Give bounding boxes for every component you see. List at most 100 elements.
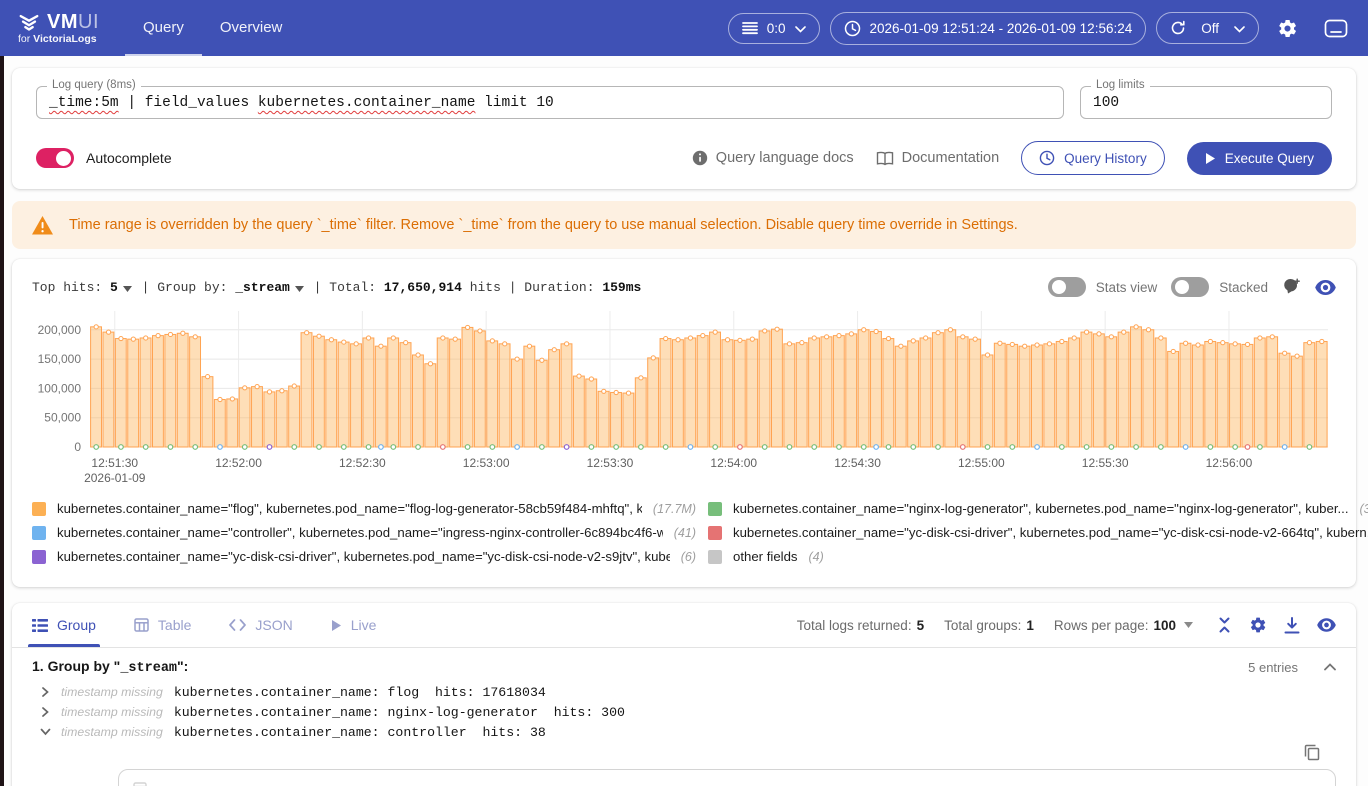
legend-swatch [32, 526, 46, 540]
execute-query-button[interactable]: Execute Query [1187, 142, 1332, 175]
victoriametrics-logo-icon [18, 12, 40, 34]
stacked-label: Stacked [1219, 280, 1268, 295]
legend-swatch [708, 550, 722, 564]
play-icon [331, 619, 342, 632]
gear-icon[interactable] [1249, 616, 1267, 634]
svg-text:100,000: 100,000 [38, 381, 82, 395]
legend-item[interactable]: other fields (4) [708, 549, 1368, 564]
tab-table[interactable]: Table [134, 603, 191, 647]
tab-live[interactable]: Live [331, 603, 377, 647]
results-panel: Group Table JSON Live Tot [12, 603, 1356, 786]
chevron-down-icon[interactable] [40, 727, 50, 737]
documentation-link[interactable]: Documentation [876, 150, 1000, 166]
autocomplete-toggle[interactable] [36, 148, 74, 168]
time-range-value: 2026-01-09 12:51:24 - 2026-01-09 12:56:2… [870, 21, 1133, 36]
group-title: 1. Group by "_stream": [32, 658, 188, 676]
chevron-down-icon[interactable] [123, 281, 132, 296]
chevron-down-icon[interactable] [295, 281, 304, 296]
svg-text:12:55:30: 12:55:30 [1082, 456, 1129, 470]
eye-icon[interactable] [1317, 618, 1336, 632]
legend-item[interactable]: kubernetes.container_name="controller", … [32, 525, 696, 540]
svg-text:12:55:00: 12:55:00 [958, 456, 1005, 470]
navbar: VMUI for VictoriaLogs Query Overview 0:0 [0, 0, 1368, 56]
legend-item[interactable]: kubernetes.container_name="yc-disk-csi-d… [32, 549, 696, 564]
time-override-warning: Time range is overridden by the query `_… [12, 201, 1356, 249]
list-icon [742, 21, 758, 35]
vmui-logo[interactable]: VMUI for VictoriaLogs [18, 0, 99, 56]
stacked-toggle[interactable] [1171, 277, 1209, 297]
svg-text:12:51:30: 12:51:30 [91, 456, 138, 470]
book-icon [876, 151, 894, 166]
tip-icon[interactable] [1282, 277, 1301, 297]
expand-icon [133, 782, 1321, 786]
chevron-right-icon[interactable] [40, 687, 50, 697]
chevron-down-icon [795, 21, 806, 36]
log-row[interactable]: timestamp missing kubernetes.container_n… [40, 682, 1336, 702]
gear-icon [1277, 18, 1298, 39]
svg-text:50,000: 50,000 [44, 411, 81, 425]
svg-text:200,000: 200,000 [38, 323, 82, 337]
settings-button[interactable] [1269, 12, 1306, 45]
log-query-value[interactable]: _time:5m | field_values kubernetes.conta… [49, 95, 1051, 111]
hits-chart-panel: Top hits: 5 | Group by: _stream | Total:… [12, 259, 1356, 587]
stats-view-toggle[interactable] [1048, 277, 1086, 297]
chevron-right-icon[interactable] [40, 707, 50, 717]
legend-item[interactable]: kubernetes.container_name="flog", kubern… [32, 501, 696, 516]
download-icon[interactable] [1284, 617, 1300, 634]
log-row[interactable]: timestamp missing kubernetes.container_n… [40, 722, 1336, 742]
log-limits-value[interactable]: 100 [1093, 95, 1319, 111]
chart-summary: Top hits: 5 | Group by: _stream | Total:… [32, 279, 641, 296]
log-limits-input[interactable]: Log limits 100 [1080, 86, 1332, 119]
autocomplete-label: Autocomplete [86, 150, 172, 166]
tab-group[interactable]: Group [32, 603, 96, 647]
copy-icon[interactable] [1304, 744, 1320, 761]
info-icon [692, 150, 708, 166]
refresh-icon [1170, 20, 1186, 36]
log-limits-label: Log limits [1091, 79, 1150, 91]
keyboard-icon [1324, 19, 1348, 38]
eye-icon[interactable] [1315, 280, 1336, 295]
log-query-label: Log query (8ms) [47, 79, 141, 91]
logo-title: VMUI [47, 11, 99, 34]
play-icon [1205, 152, 1216, 165]
legend-swatch [32, 550, 46, 564]
chart-legend: kubernetes.container_name="flog", kubern… [32, 492, 1336, 573]
svg-text:12:54:30: 12:54:30 [834, 456, 881, 470]
tab-json[interactable]: JSON [229, 603, 292, 647]
chevron-up-icon[interactable] [1324, 663, 1336, 671]
legend-item[interactable]: kubernetes.container_name="yc-disk-csi-d… [708, 525, 1368, 540]
warning-text: Time range is overridden by the query `_… [69, 217, 1018, 233]
tab-query[interactable]: Query [125, 0, 202, 56]
log-limit-select[interactable]: 0:0 [728, 13, 820, 44]
group-by-value[interactable]: _stream [235, 280, 290, 295]
chevron-down-icon [1234, 21, 1245, 36]
keyboard-shortcuts-button[interactable] [1316, 13, 1356, 44]
stats-view-switch[interactable]: Stats view [1048, 277, 1158, 297]
query-panel: Log query (8ms) _time:5m | field_values … [12, 68, 1356, 189]
rows-per-page-select[interactable]: Rows per page:100 [1054, 618, 1193, 633]
stats-view-label: Stats view [1096, 280, 1158, 295]
hits-bar-chart[interactable]: 050,000100,000150,000200,00012:51:302026… [32, 307, 1336, 490]
top-hits-value[interactable]: 5 [110, 280, 118, 295]
code-icon [229, 619, 246, 631]
svg-text:2026-01-09: 2026-01-09 [84, 471, 146, 485]
query-language-docs-link[interactable]: Query language docs [692, 150, 854, 166]
logo-subtitle: for VictoriaLogs [18, 33, 99, 45]
legend-item[interactable]: kubernetes.container_name="nginx-log-gen… [708, 501, 1368, 516]
expanded-log-details [118, 769, 1336, 786]
history-clock-icon [1039, 150, 1055, 166]
log-row[interactable]: timestamp missing kubernetes.container_n… [40, 702, 1336, 722]
log-query-input[interactable]: Log query (8ms) _time:5m | field_values … [36, 86, 1064, 119]
query-history-button[interactable]: Query History [1021, 141, 1165, 175]
stacked-switch[interactable]: Stacked [1171, 277, 1268, 297]
svg-text:12:52:30: 12:52:30 [339, 456, 386, 470]
time-range-button[interactable]: 2026-01-09 12:51:24 - 2026-01-09 12:56:2… [830, 12, 1147, 45]
legend-swatch [708, 502, 722, 516]
tab-overview[interactable]: Overview [202, 0, 301, 56]
autorefresh-control[interactable]: Off [1156, 12, 1259, 44]
chart-svg[interactable]: 050,000100,000150,000200,00012:51:302026… [32, 307, 1336, 485]
total-logs-returned: Total logs returned:5 [797, 618, 924, 633]
group-results: 1. Group by "_stream": 5 entries timesta… [12, 648, 1356, 786]
collapse-all-icon[interactable] [1217, 617, 1232, 633]
legend-swatch [708, 526, 722, 540]
